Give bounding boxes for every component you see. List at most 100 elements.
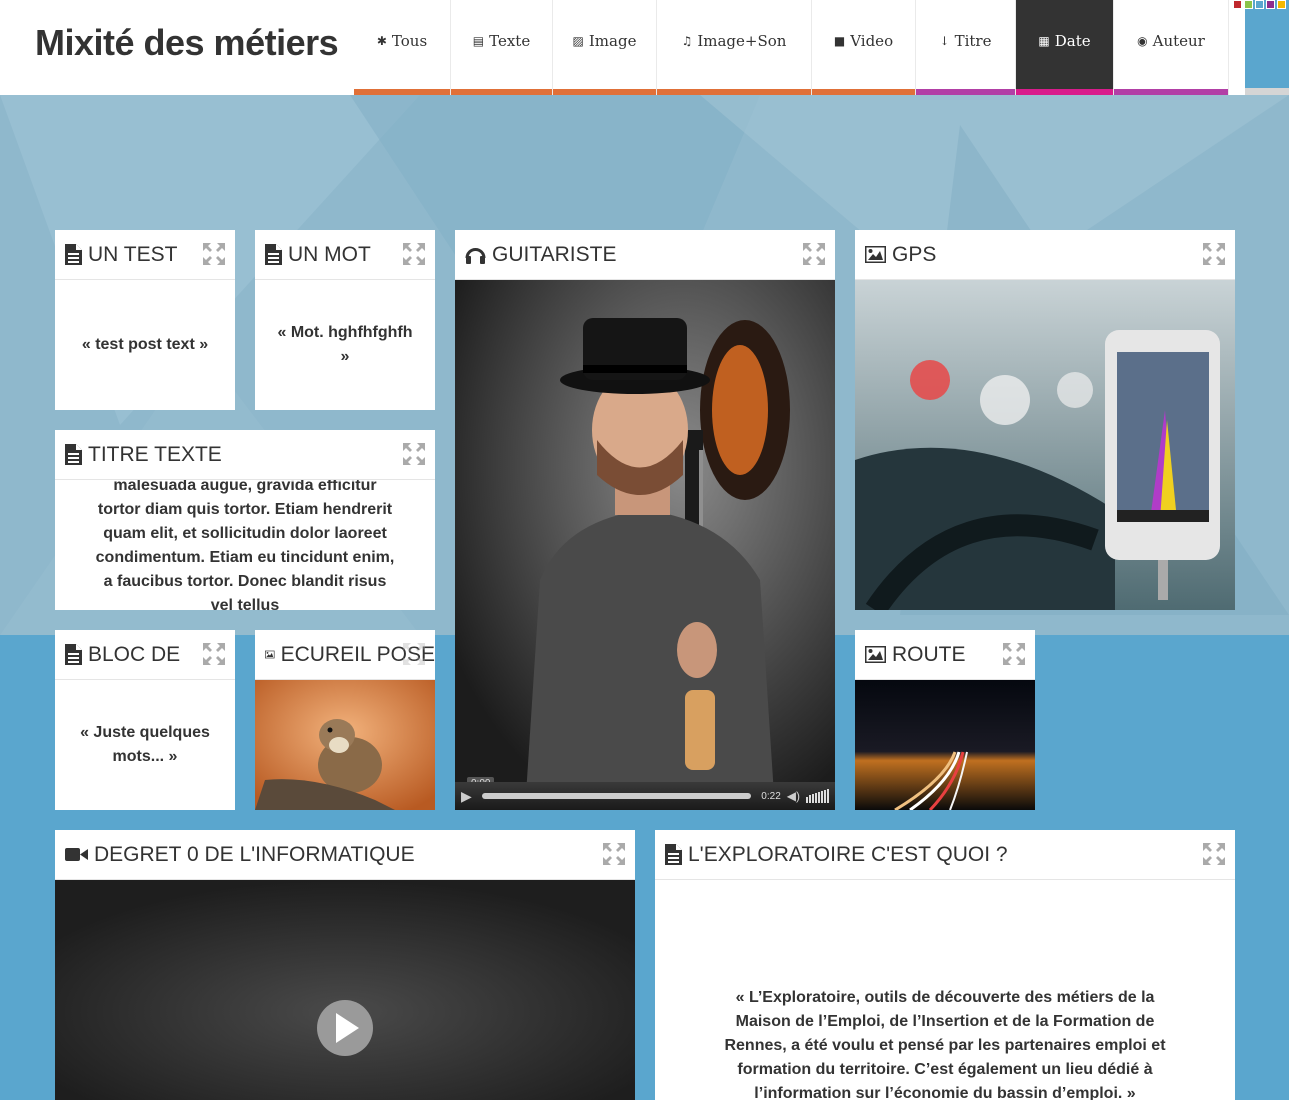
nav-filter-label: Auteur [1152,32,1205,50]
card-header: GPS [855,230,1235,280]
volume-slider[interactable] [806,789,829,803]
post-card-bloc-de[interactable]: BLOC DE « Juste quelques mots... » [55,630,235,810]
headphones-icon: ♫ [681,34,693,48]
card-title: UN TEST [88,242,178,266]
image-icon [865,246,886,263]
card-header: BLOC DE [55,630,235,680]
filter-nav: ✱ Tous ▤ Texte ▨ Image ♫ Image+Son ■ Video ↓ Titre ▦… [354,0,1229,95]
card-title: DEGRET 0 DE L'INFORMATIQUE [94,842,415,866]
video-camera-icon: ■ [833,34,846,48]
theme-swatch[interactable] [1277,0,1286,9]
video-camera-icon [65,847,88,862]
nav-color-bar [451,89,552,95]
expand-icon[interactable] [403,643,425,665]
document-icon [265,244,282,265]
expand-icon[interactable] [403,443,425,465]
nav-color-bar [657,89,811,95]
nav-filter-auteur[interactable]: ◉ Auteur [1114,0,1229,95]
card-header: TITRE TEXTE [55,430,435,480]
play-icon[interactable]: ▶ [461,788,472,805]
play-button-icon [317,1000,373,1056]
card-text: « Juste quelques mots... » [80,724,210,765]
theme-swatch[interactable] [1233,0,1242,9]
post-card-degret[interactable]: DEGRET 0 DE L'INFORMATIQUE [55,830,635,1100]
theme-switcher [1233,0,1286,9]
headphones-icon [465,245,486,264]
theme-swatch[interactable] [1244,0,1253,9]
card-text: « Mot. hghfhfghfh » [277,324,413,365]
nav-spacer-bar [1245,88,1289,95]
expand-icon[interactable] [403,243,425,265]
post-card-ecureil[interactable]: ECUREIL POSE [255,630,435,810]
nav-filter-titre[interactable]: ↓ Titre [916,0,1016,95]
card-header: UN MOT [255,230,435,280]
expand-icon[interactable] [1203,243,1225,265]
video-player[interactable] [55,880,635,1100]
nav-filter-label: Date [1054,32,1091,50]
card-title: UN MOT [288,242,371,266]
card-body[interactable]: malesuada augue, gravida efficitur torto… [55,480,435,610]
site-title[interactable]: Mixité des métiers [35,22,339,64]
card-title: GPS [892,242,937,266]
nav-color-bar [812,89,915,95]
guitarist-photo: 0:00 ▶ 0:22 ◀) [455,280,835,810]
theme-swatch[interactable] [1255,0,1264,9]
document-icon [65,644,82,665]
expand-icon[interactable] [1003,643,1025,665]
expand-icon[interactable] [603,843,625,865]
expand-icon[interactable] [203,243,225,265]
image-icon [865,646,886,663]
road-night-photo [855,680,1035,810]
audio-player: ▶ 0:22 ◀) [455,782,835,810]
sort-alpha-icon: ↓ [939,34,950,48]
nav-filter-tous[interactable]: ✱ Tous [354,0,451,95]
nav-color-bar [916,89,1015,95]
expand-icon[interactable] [803,243,825,265]
nav-filter-image[interactable]: ▨ Image [553,0,657,95]
document-icon [65,444,82,465]
card-title: TITRE TEXTE [88,442,222,466]
expand-icon[interactable] [1203,843,1225,865]
card-header: L'EXPLORATOIRE C'EST QUOI ? [655,830,1235,880]
theme-swatch[interactable] [1266,0,1275,9]
card-header: ROUTE [855,630,1035,680]
site-header: Mixité des métiers ✱ Tous ▤ Texte ▨ Image ♫ Ima… [0,0,1289,95]
card-title: L'EXPLORATOIRE C'EST QUOI ? [688,842,1008,866]
document-icon: ▤ [472,34,485,48]
nav-spacer [1229,0,1245,95]
nav-color-bar [354,89,450,95]
volume-icon[interactable]: ◀) [787,789,800,803]
post-card-gps[interactable]: GPS [855,230,1235,610]
user-circle-icon: ◉ [1137,34,1148,48]
nav-filter-label: Image [588,32,637,50]
audio-duration: 0:22 [761,790,781,802]
image-icon [265,646,275,663]
expand-icon[interactable] [203,643,225,665]
card-title: GUITARISTE [492,242,617,266]
nav-filter-texte[interactable]: ▤ Texte [451,0,553,95]
card-title: ROUTE [892,642,966,666]
audio-progress-track[interactable] [481,793,752,799]
post-card-un-mot[interactable]: UN MOT « Mot. hghfhfghfh » [255,230,435,410]
nav-filter-label: Titre [954,32,992,50]
nav-filter-label: Texte [489,32,531,50]
post-card-titre-texte[interactable]: TITRE TEXTE malesuada augue, gravida eff… [55,430,435,610]
card-text: malesuada augue, gravida efficitur torto… [95,480,395,610]
post-card-route[interactable]: ROUTE [855,630,1035,810]
card-header: DEGRET 0 DE L'INFORMATIQUE [55,830,635,880]
post-card-guitariste[interactable]: GUITARISTE ▶ 0:22 ◀) [455,230,835,810]
post-card-exploratoire[interactable]: L'EXPLORATOIRE C'EST QUOI ? « L’Explorat… [655,830,1235,1100]
nav-color-bar [1016,89,1113,95]
nav-filter-image-son[interactable]: ♫ Image+Son [657,0,812,95]
image-icon: ▨ [572,34,584,48]
nav-filter-video[interactable]: ■ Video [812,0,916,95]
card-text: « test post text » [81,336,209,353]
card-title: BLOC DE [88,642,181,666]
nav-color-bar [1114,89,1228,95]
nav-filter-label: Video [850,32,894,50]
nav-color-bar [553,89,656,95]
nav-filter-label: Tous [391,32,428,50]
card-header: GUITARISTE [455,230,835,280]
nav-filter-date[interactable]: ▦ Date [1016,0,1114,95]
post-card-un-test[interactable]: UN TEST « test post text » [55,230,235,410]
